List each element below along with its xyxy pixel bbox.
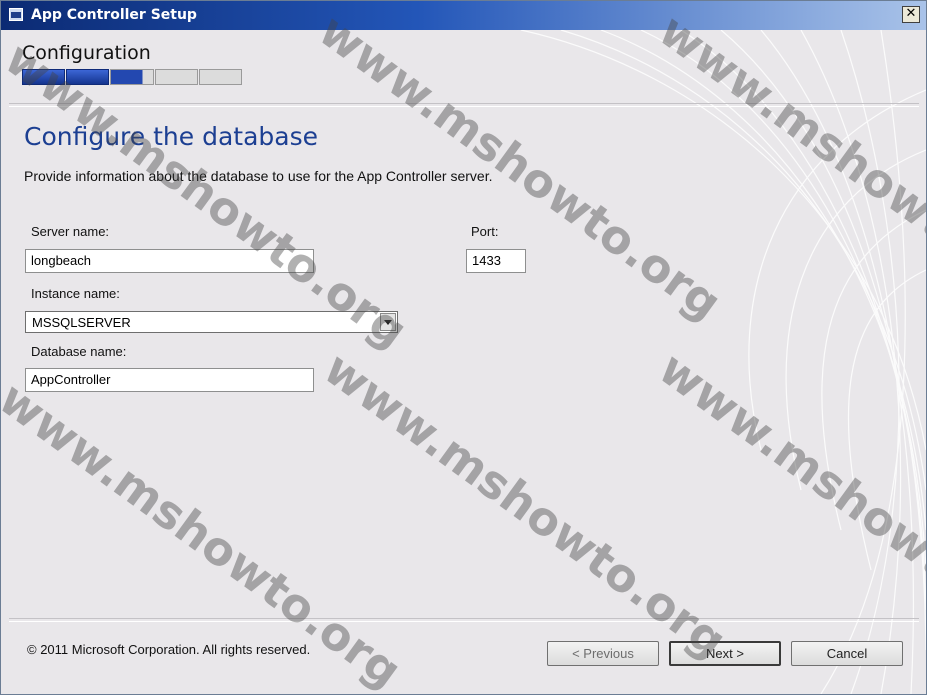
setup-progress-bar bbox=[22, 69, 243, 85]
port-label: Port: bbox=[471, 224, 499, 239]
instance-name-dropdown[interactable]: MSSQLSERVER bbox=[25, 311, 398, 333]
close-button[interactable]: ✕ bbox=[902, 6, 920, 23]
server-name-input[interactable]: longbeach bbox=[25, 249, 314, 273]
instance-name-label: Instance name: bbox=[31, 286, 120, 301]
progress-segment bbox=[198, 69, 243, 85]
chevron-down-icon[interactable] bbox=[380, 313, 396, 331]
database-name-input[interactable]: AppController bbox=[25, 368, 314, 392]
progress-segment bbox=[66, 69, 110, 85]
title-bar[interactable]: App Controller Setup ✕ bbox=[1, 1, 926, 30]
instance-name-value: MSSQLSERVER bbox=[32, 315, 131, 330]
page-heading: Configure the database bbox=[24, 122, 318, 151]
page-description: Provide information about the database t… bbox=[24, 168, 493, 184]
previous-button[interactable]: < Previous bbox=[547, 641, 659, 666]
port-input[interactable]: 1433 bbox=[466, 249, 526, 273]
window-title: App Controller Setup bbox=[31, 7, 197, 23]
footer-divider bbox=[9, 618, 919, 622]
header-divider bbox=[9, 103, 919, 107]
progress-segment bbox=[110, 69, 154, 85]
window-app-icon bbox=[9, 8, 23, 21]
step-title: Configuration bbox=[22, 42, 151, 64]
watermark: www.mshowto.org bbox=[649, 3, 927, 331]
database-name-label: Database name: bbox=[31, 344, 127, 359]
cancel-button[interactable]: Cancel bbox=[791, 641, 903, 666]
progress-segment bbox=[22, 69, 66, 85]
copyright-text: © 2011 Microsoft Corporation. All rights… bbox=[27, 642, 311, 657]
progress-segment bbox=[154, 69, 198, 85]
watermark: www.mshowto.org bbox=[309, 3, 732, 331]
setup-window: App Controller Setup ✕ Configuration Con… bbox=[0, 0, 927, 695]
next-button[interactable]: Next > bbox=[669, 641, 781, 666]
server-name-label: Server name: bbox=[31, 224, 110, 239]
